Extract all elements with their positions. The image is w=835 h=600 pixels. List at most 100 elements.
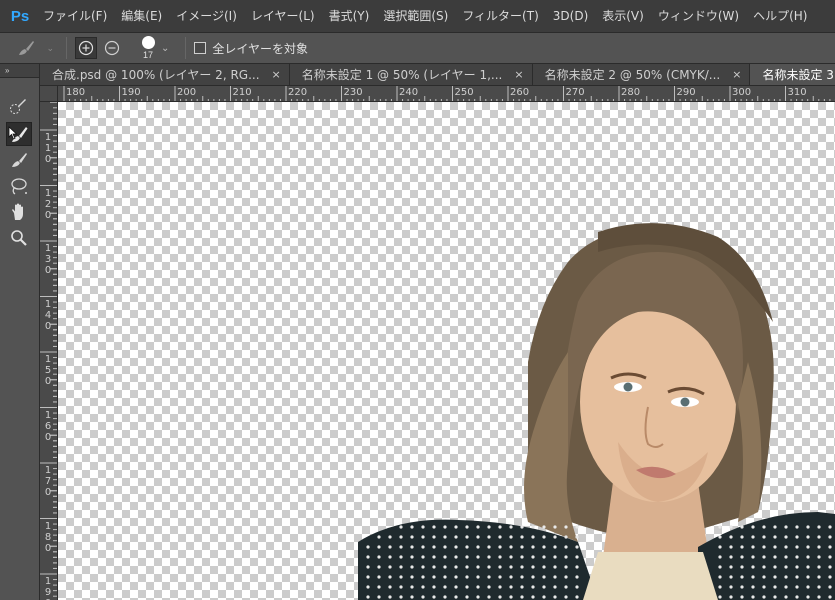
sweater-dot [729,595,733,599]
sweater-dot [498,555,502,559]
ruler-tick-label: 310 [787,87,807,98]
document-canvas[interactable] [58,102,835,600]
lasso-tool-button[interactable] [6,174,32,198]
quick-selection-tool-button[interactable] [6,94,32,118]
sweater-dot [828,555,832,559]
sweater-dot [399,555,403,559]
sweater-dot [773,525,777,529]
hand-icon [12,203,23,220]
sweater-dot [443,585,447,589]
brush-alt-icon [12,153,27,167]
quick-selection-alt-tool-button[interactable] [6,148,32,172]
chevron-down-icon[interactable]: ⌄ [161,43,169,54]
sweater-dot [729,575,733,579]
sweater-dot [806,595,810,599]
menu-bar: Ps ファイル(F) 編集(E) イメージ(I) レイヤー(L) 書式(Y) 選択範囲(S… [0,0,835,32]
close-tab-icon[interactable]: × [732,64,741,85]
sweater-dot [509,585,513,589]
menu-item[interactable]: ファイル(F) [36,0,114,32]
sweater-dot [421,535,425,539]
sweater-dot [751,555,755,559]
sweater-dot [443,545,447,549]
sweater-dot [751,565,755,569]
menu-item[interactable]: ウィンドウ(W) [651,0,746,32]
sweater-dot [828,575,832,579]
horizontal-ruler[interactable]: 180 190 200 210 220 230 240 250 260 270 280 290 300 3… [58,86,835,102]
sweater-dot [817,545,821,549]
sweater-dot [531,575,535,579]
menu-item[interactable]: 編集(E) [114,0,169,32]
sweater-dot [740,525,744,529]
sweater-dot [718,575,722,579]
sweater-dot [542,595,546,599]
ruler-tick-label: 200 [177,87,197,98]
subtract-from-selection-button[interactable] [101,37,123,59]
document-tab[interactable]: 名称未設定 2 @ 50% (CMYK/... × [532,64,751,85]
brush-size-picker[interactable]: 17 [137,36,159,60]
sweater-dot [564,585,568,589]
tab-label: 合成.psd @ 100% (レイヤー 2, RG... [52,68,260,82]
sweater-dot [498,565,502,569]
sweater-dot [817,535,821,539]
sweater-dot [795,585,799,589]
sweater-dot [531,525,535,529]
add-to-selection-button[interactable] [75,37,97,59]
document-tab[interactable]: 名称未設定 1 @ 50% (レイヤー 1,... × [289,64,533,85]
sweater-dot [443,535,447,539]
brush-tool-button[interactable] [6,122,32,146]
tool-preset-picker[interactable]: ⌄ [12,35,58,61]
sweater-dot [564,555,568,559]
sweater-dot [465,585,469,589]
sweater-dot [366,565,370,569]
sweater-dot [465,525,469,529]
ruler-tick-label: 180 [66,87,86,98]
menu-item[interactable]: フィルター(T) [455,0,545,32]
sweater-dot [454,545,458,549]
sweater-dot [410,585,414,589]
sweater-dot [828,595,832,599]
menu-item[interactable]: 選択範囲(S) [376,0,455,32]
sweater-dot [465,575,469,579]
close-tab-icon[interactable]: × [272,64,281,85]
sweater-dot [443,575,447,579]
collapse-panel-icon[interactable]: » [0,64,39,78]
ruler-origin[interactable] [40,86,58,102]
document-tab[interactable]: 名称未設定 3 @ 66.7% [750,64,835,85]
sweater-dot [553,525,557,529]
zoom-tool-button[interactable] [6,226,32,250]
sweater-dot [542,585,546,589]
sweater-dot [795,525,799,529]
sweater-dot [432,595,436,599]
sweater-dot [509,535,513,539]
menu-item[interactable]: 3D(D) [546,0,595,32]
menu-item[interactable]: イメージ(I) [169,0,244,32]
sweater-dot [553,555,557,559]
sweater-dot [531,585,535,589]
sweater-dot [828,535,832,539]
menu-item[interactable]: 表示(V) [595,0,651,32]
menu-item[interactable]: ヘルプ(H) [746,0,814,32]
sweater-dot [410,545,414,549]
sweater-dot [806,575,810,579]
hand-tool-button[interactable] [6,200,32,224]
brush-size-value: 17 [142,50,153,60]
sweater-dot [762,555,766,559]
sweater-dot [454,565,458,569]
sweater-dot [740,555,744,559]
document-tab[interactable]: 合成.psd @ 100% (レイヤー 2, RG... × [40,64,290,85]
menu-item[interactable]: レイヤー(L) [244,0,322,32]
sweater-dot [575,575,579,579]
sweater-dot [509,595,513,599]
sample-all-layers-checkbox[interactable] [194,42,207,54]
menu-item[interactable]: 書式(Y) [322,0,377,32]
sweater-dot [465,595,469,599]
vertical-ruler[interactable]: 1 1 0 1 2 0 1 3 0 1 4 0 1 5 0 1 6 0 1 7 0 1 8 0… [40,102,58,600]
ruler-tick-label: 1 4 0 [44,298,52,332]
sweater-dot [729,535,733,539]
sweater-dot [531,565,535,569]
sweater-dot [432,545,436,549]
close-tab-icon[interactable]: × [514,64,523,85]
tab-label: 名称未設定 1 @ 50% (レイヤー 1,... [301,68,503,82]
sweater-dot [575,525,579,529]
sweater-dot [718,535,722,539]
